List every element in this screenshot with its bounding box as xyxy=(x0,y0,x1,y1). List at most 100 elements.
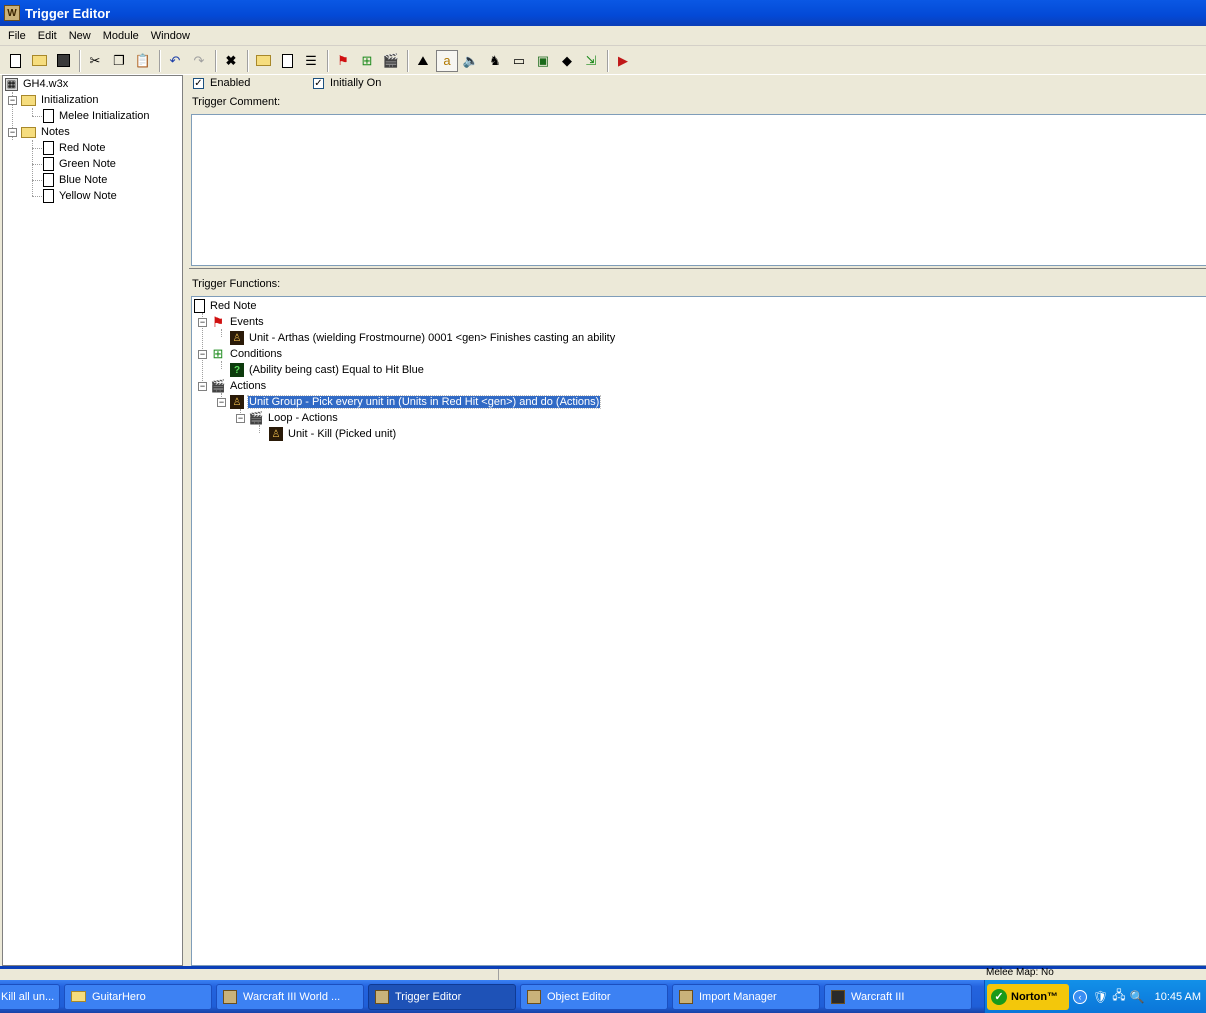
conditions-node[interactable]: − ⊞ Conditions xyxy=(198,346,283,362)
new-comment-icon[interactable]: ☰ xyxy=(300,50,322,72)
tree-item-red-note[interactable]: Red Note xyxy=(43,140,106,156)
trigger-functions-tree[interactable]: Red Note − ⚑ Events ♙ Unit - Arthas (wie… xyxy=(191,296,1206,966)
initially-on-checkbox[interactable]: ✓ Initially On xyxy=(313,77,381,89)
cut-icon[interactable]: ✂ xyxy=(84,50,106,72)
tree-item-blue-note[interactable]: Blue Note xyxy=(43,172,108,188)
new-action-icon[interactable]: 🎬 xyxy=(380,50,402,72)
trigger-comment-field[interactable] xyxy=(191,114,1206,266)
security-shield-icon[interactable]: 🛡 xyxy=(1093,990,1108,1004)
new-icon[interactable] xyxy=(4,50,26,72)
tree-root-label: GH4.w3x xyxy=(23,78,69,90)
ai-editor-icon[interactable]: ▣ xyxy=(532,50,554,72)
task-trigger-editor[interactable]: Trigger Editor xyxy=(368,983,516,1010)
save-icon[interactable] xyxy=(52,50,74,72)
menu-window[interactable]: Window xyxy=(145,27,196,45)
test-map-icon[interactable]: ▶ xyxy=(612,50,634,72)
network-icon[interactable]: 🖧 xyxy=(1112,986,1125,1007)
condition-text: (Ability being cast) Equal to Hit Blue xyxy=(249,364,424,376)
new-condition-icon[interactable]: ⊞ xyxy=(356,50,378,72)
horizontal-splitter[interactable] xyxy=(189,268,1206,272)
task-kill-all-units[interactable]: Kill all un... xyxy=(0,983,60,1010)
collapse-icon[interactable]: − xyxy=(236,413,245,423)
initially-on-check[interactable]: ✓ xyxy=(313,77,324,89)
tray-expand-icon[interactable]: ‹ xyxy=(1073,989,1087,1004)
clock[interactable]: 10:45 AM xyxy=(1155,991,1201,1003)
delete-icon[interactable]: ✖ xyxy=(220,50,242,72)
condition-icon: ⊞ xyxy=(212,346,224,361)
task-warcraft-world-editor[interactable]: Warcraft III World ... xyxy=(216,983,364,1010)
collapse-icon[interactable]: − xyxy=(198,317,207,327)
folder-icon xyxy=(71,991,86,1002)
unit-icon: ♙ xyxy=(230,331,244,345)
tree-item-green-note[interactable]: Green Note xyxy=(43,156,117,172)
trigger-tree[interactable]: ▦ GH4.w3x − Initialization Melee Initial… xyxy=(2,75,183,966)
copy-icon[interactable]: ❐ xyxy=(108,50,130,72)
collapse-icon[interactable]: − xyxy=(198,349,207,359)
status-bar: Melee Map: No xyxy=(0,967,1206,980)
task-guitarhero[interactable]: GuitarHero xyxy=(64,983,212,1010)
object-editor-icon[interactable]: ♞ xyxy=(484,50,506,72)
sound-editor-icon[interactable]: 🔈 xyxy=(460,50,482,72)
loop-actions-node[interactable]: − 🎬 Loop - Actions xyxy=(236,410,339,426)
folder-icon xyxy=(21,126,36,138)
terrain-editor-icon[interactable]: ⛰ xyxy=(412,50,434,72)
norton-label: Norton™ xyxy=(1011,990,1059,1003)
tree-category-initialization[interactable]: − Initialization xyxy=(8,92,99,108)
event-item[interactable]: ♙ Unit - Arthas (wielding Frostmourne) 0… xyxy=(230,330,616,346)
trigger-editor-icon[interactable]: a xyxy=(436,49,458,72)
norton-check-icon: ✓ xyxy=(991,988,1007,1005)
warcraft-game-icon xyxy=(831,989,845,1004)
tree-item-melee-initialization[interactable]: Melee Initialization xyxy=(43,108,151,124)
enabled-check[interactable]: ✓ xyxy=(193,77,204,89)
task-warcraft-iii[interactable]: Warcraft III xyxy=(824,983,972,1010)
condition-item[interactable]: ? (Ability being cast) Equal to Hit Blue xyxy=(230,362,425,378)
function-root-label: Red Note xyxy=(210,300,257,312)
enabled-label: Enabled xyxy=(210,77,251,89)
enabled-checkbox[interactable]: ✓ Enabled xyxy=(193,77,250,89)
unit-icon: ♙ xyxy=(269,427,283,441)
search-icon[interactable]: 🔍 xyxy=(1130,990,1145,1004)
menu-new[interactable]: New xyxy=(63,27,97,45)
campaign-editor-icon[interactable]: ▭ xyxy=(508,50,530,72)
unit-group-icon: ♙ xyxy=(230,395,244,409)
menu-module[interactable]: Module xyxy=(97,27,145,45)
object-manager-icon[interactable]: ◆ xyxy=(556,50,578,72)
task-object-editor[interactable]: Object Editor xyxy=(520,983,668,1010)
tree-item-yellow-note[interactable]: Yellow Note xyxy=(43,188,118,204)
new-category-icon[interactable] xyxy=(252,50,274,72)
actions-label: Actions xyxy=(230,380,267,392)
undo-icon[interactable]: ↶ xyxy=(164,50,186,72)
open-icon[interactable] xyxy=(28,50,50,72)
norton-button[interactable]: ✓ Norton™ xyxy=(987,983,1069,1010)
tree-root[interactable]: ▦ GH4.w3x xyxy=(5,76,69,92)
action-item-selected[interactable]: − ♙ Unit Group - Pick every unit in (Uni… xyxy=(217,394,602,410)
task-import-manager[interactable]: Import Manager xyxy=(672,983,820,1010)
toolbar-separator xyxy=(407,49,409,72)
new-trigger-icon[interactable] xyxy=(276,50,298,72)
events-node[interactable]: − ⚑ Events xyxy=(198,314,265,330)
paste-icon[interactable]: 📋 xyxy=(132,50,154,72)
tree-line xyxy=(32,180,42,181)
toolbar: ✂ ❐ 📋 ↶ ↷ ✖ ☰ ⚑ ⊞ 🎬 ⛰ a 🔈 ♞ ▭ ▣ ◆ ⇲ ▶ xyxy=(0,47,1206,75)
function-root[interactable]: Red Note xyxy=(194,298,257,314)
new-event-icon[interactable]: ⚑ xyxy=(332,50,354,72)
warcraft-editor-icon xyxy=(679,989,693,1004)
import-manager-icon[interactable]: ⇲ xyxy=(580,50,602,72)
collapse-icon[interactable]: − xyxy=(198,381,207,391)
toolbar-separator xyxy=(247,49,249,72)
tree-item-label: Melee Initialization xyxy=(59,110,150,122)
collapse-icon[interactable]: − xyxy=(8,127,17,137)
toolbar-separator xyxy=(159,49,161,72)
trigger-doc-icon xyxy=(43,189,54,203)
title-bar[interactable]: W Trigger Editor xyxy=(0,0,1206,26)
collapse-icon[interactable]: − xyxy=(217,397,226,407)
menu-edit[interactable]: Edit xyxy=(32,27,63,45)
redo-icon[interactable]: ↷ xyxy=(188,50,210,72)
tree-category-notes[interactable]: − Notes xyxy=(8,124,71,140)
task-label: GuitarHero xyxy=(92,990,146,1003)
loop-action-item[interactable]: ♙ Unit - Kill (Picked unit) xyxy=(269,426,397,442)
collapse-icon[interactable]: − xyxy=(8,95,17,105)
tree-line xyxy=(32,116,42,117)
actions-node[interactable]: − 🎬 Actions xyxy=(198,378,267,394)
menu-file[interactable]: File xyxy=(2,27,32,45)
